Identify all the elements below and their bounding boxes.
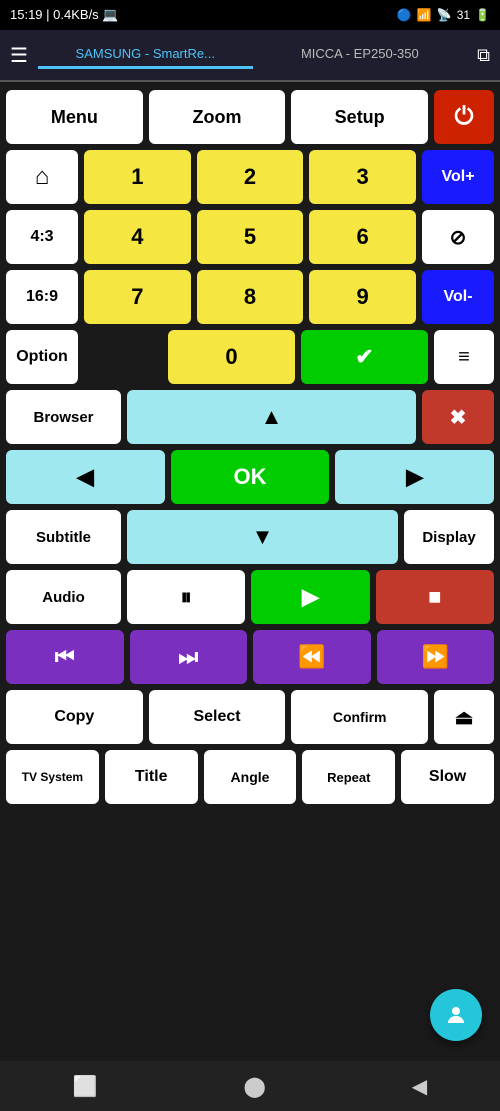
num-5-button[interactable]: 5	[197, 210, 304, 264]
vol-plus-button[interactable]: Vol+	[422, 150, 494, 204]
bottom-back-button[interactable]: ◀	[392, 1066, 447, 1107]
no-action-button[interactable]: ⊘	[422, 210, 494, 264]
bottom-square-button[interactable]: ⬜	[53, 1066, 118, 1107]
fab-button[interactable]	[430, 989, 482, 1041]
bottom-nav-bar: ⬜ ⬤ ◀	[0, 1061, 500, 1111]
row-5: Option 0 ✔ ≡	[6, 330, 494, 384]
skip-back-button[interactable]: ⏮	[6, 630, 124, 684]
top-nav: ☰ SAMSUNG - SmartRe... MICCA - EP250-350…	[0, 30, 500, 82]
left-arrow-button[interactable]: ◀	[6, 450, 165, 504]
zoom-button[interactable]: Zoom	[149, 90, 286, 144]
aspect-169-button[interactable]: 16:9	[6, 270, 78, 324]
pause-button[interactable]: ⏸	[127, 570, 245, 624]
status-bar: 15:19 | 0.4KB/s 💻 🔵 📶 📡 31 🔋	[0, 0, 500, 30]
copy-button[interactable]: Copy	[6, 690, 143, 744]
menu-button[interactable]: Menu	[6, 90, 143, 144]
row-11: Copy Select Confirm ⏏	[6, 690, 494, 744]
power-button[interactable]: ⏻	[434, 90, 494, 144]
row-12: TV System Title Angle Repeat Slow	[6, 750, 494, 804]
tv-system-button[interactable]: TV System	[6, 750, 99, 804]
wifi-icon: 📡	[437, 8, 452, 22]
vol-minus-button[interactable]: Vol-	[422, 270, 494, 324]
row-1: Menu Zoom Setup ⏻	[6, 90, 494, 144]
person-icon	[444, 1003, 468, 1027]
up-arrow-button[interactable]: ▲	[127, 390, 416, 444]
num-7-button[interactable]: 7	[84, 270, 191, 324]
num-9-button[interactable]: 9	[309, 270, 416, 324]
num-3-button[interactable]: 3	[309, 150, 416, 204]
confirm-button[interactable]: Confirm	[291, 690, 428, 744]
stop-button[interactable]: ■	[376, 570, 494, 624]
repeat-button[interactable]: Repeat	[302, 750, 395, 804]
row-3: 4:3 4 5 6 ⊘	[6, 210, 494, 264]
select-button[interactable]: Select	[149, 690, 286, 744]
angle-button[interactable]: Angle	[204, 750, 297, 804]
skip-forward-button[interactable]: ⏩	[377, 630, 495, 684]
num-6-button[interactable]: 6	[309, 210, 416, 264]
eject-button[interactable]: ⏏	[434, 690, 494, 744]
title-button[interactable]: Title	[105, 750, 198, 804]
row-7: ◀ OK ▶	[6, 450, 494, 504]
check-button[interactable]: ✔	[301, 330, 428, 384]
audio-button[interactable]: Audio	[6, 570, 121, 624]
down-arrow-button[interactable]: ▼	[127, 510, 398, 564]
copy-layout-icon[interactable]: ⧉	[477, 45, 490, 66]
remote-panel: Menu Zoom Setup ⏻ ⌂ 1 2 3 Vol+ 4:3 4 5 6…	[0, 82, 500, 812]
aspect-43-button[interactable]: 4:3	[6, 210, 78, 264]
setup-button[interactable]: Setup	[291, 90, 428, 144]
slow-button[interactable]: Slow	[401, 750, 494, 804]
num-1-button[interactable]: 1	[84, 150, 191, 204]
row-2: ⌂ 1 2 3 Vol+	[6, 150, 494, 204]
home-button[interactable]: ⌂	[6, 150, 78, 204]
row-6: Browser ▲ ✖	[6, 390, 494, 444]
row-4: 16:9 7 8 9 Vol-	[6, 270, 494, 324]
battery-icon: 🔋	[475, 8, 490, 22]
browser-button[interactable]: Browser	[6, 390, 121, 444]
right-arrow-button[interactable]: ▶	[335, 450, 494, 504]
list-button[interactable]: ≡	[434, 330, 494, 384]
row-9: Audio ⏸ ▶ ■	[6, 570, 494, 624]
bottom-circle-button[interactable]: ⬤	[224, 1066, 286, 1107]
bluetooth-icon: 🔵	[397, 8, 412, 22]
status-time-data: 15:19 | 0.4KB/s 💻	[10, 7, 119, 23]
display-button[interactable]: Display	[404, 510, 494, 564]
battery-level: 31	[457, 8, 470, 22]
ok-button[interactable]: OK	[171, 450, 330, 504]
row-8: Subtitle ▼ Display	[6, 510, 494, 564]
num-4-button[interactable]: 4	[84, 210, 191, 264]
close-button[interactable]: ✖	[422, 390, 494, 444]
hamburger-menu[interactable]: ☰	[10, 43, 28, 68]
status-right-icons: 🔵 📶 📡 31 🔋	[397, 8, 490, 22]
fast-forward-button[interactable]: ⏭	[130, 630, 248, 684]
num-8-button[interactable]: 8	[197, 270, 304, 324]
tab-micca[interactable]: MICCA - EP250-350	[253, 41, 468, 69]
rewind-button[interactable]: ⏪	[253, 630, 371, 684]
num-0-button[interactable]: 0	[168, 330, 295, 384]
num-2-button[interactable]: 2	[197, 150, 304, 204]
play-button[interactable]: ▶	[251, 570, 369, 624]
tab-samsung[interactable]: SAMSUNG - SmartRe...	[38, 41, 253, 69]
signal-icon: 📶	[417, 8, 432, 22]
option-button[interactable]: Option	[6, 330, 78, 384]
nav-tabs: SAMSUNG - SmartRe... MICCA - EP250-350	[38, 41, 467, 69]
subtitle-button[interactable]: Subtitle	[6, 510, 121, 564]
row-10: ⏮ ⏭ ⏪ ⏩	[6, 630, 494, 684]
